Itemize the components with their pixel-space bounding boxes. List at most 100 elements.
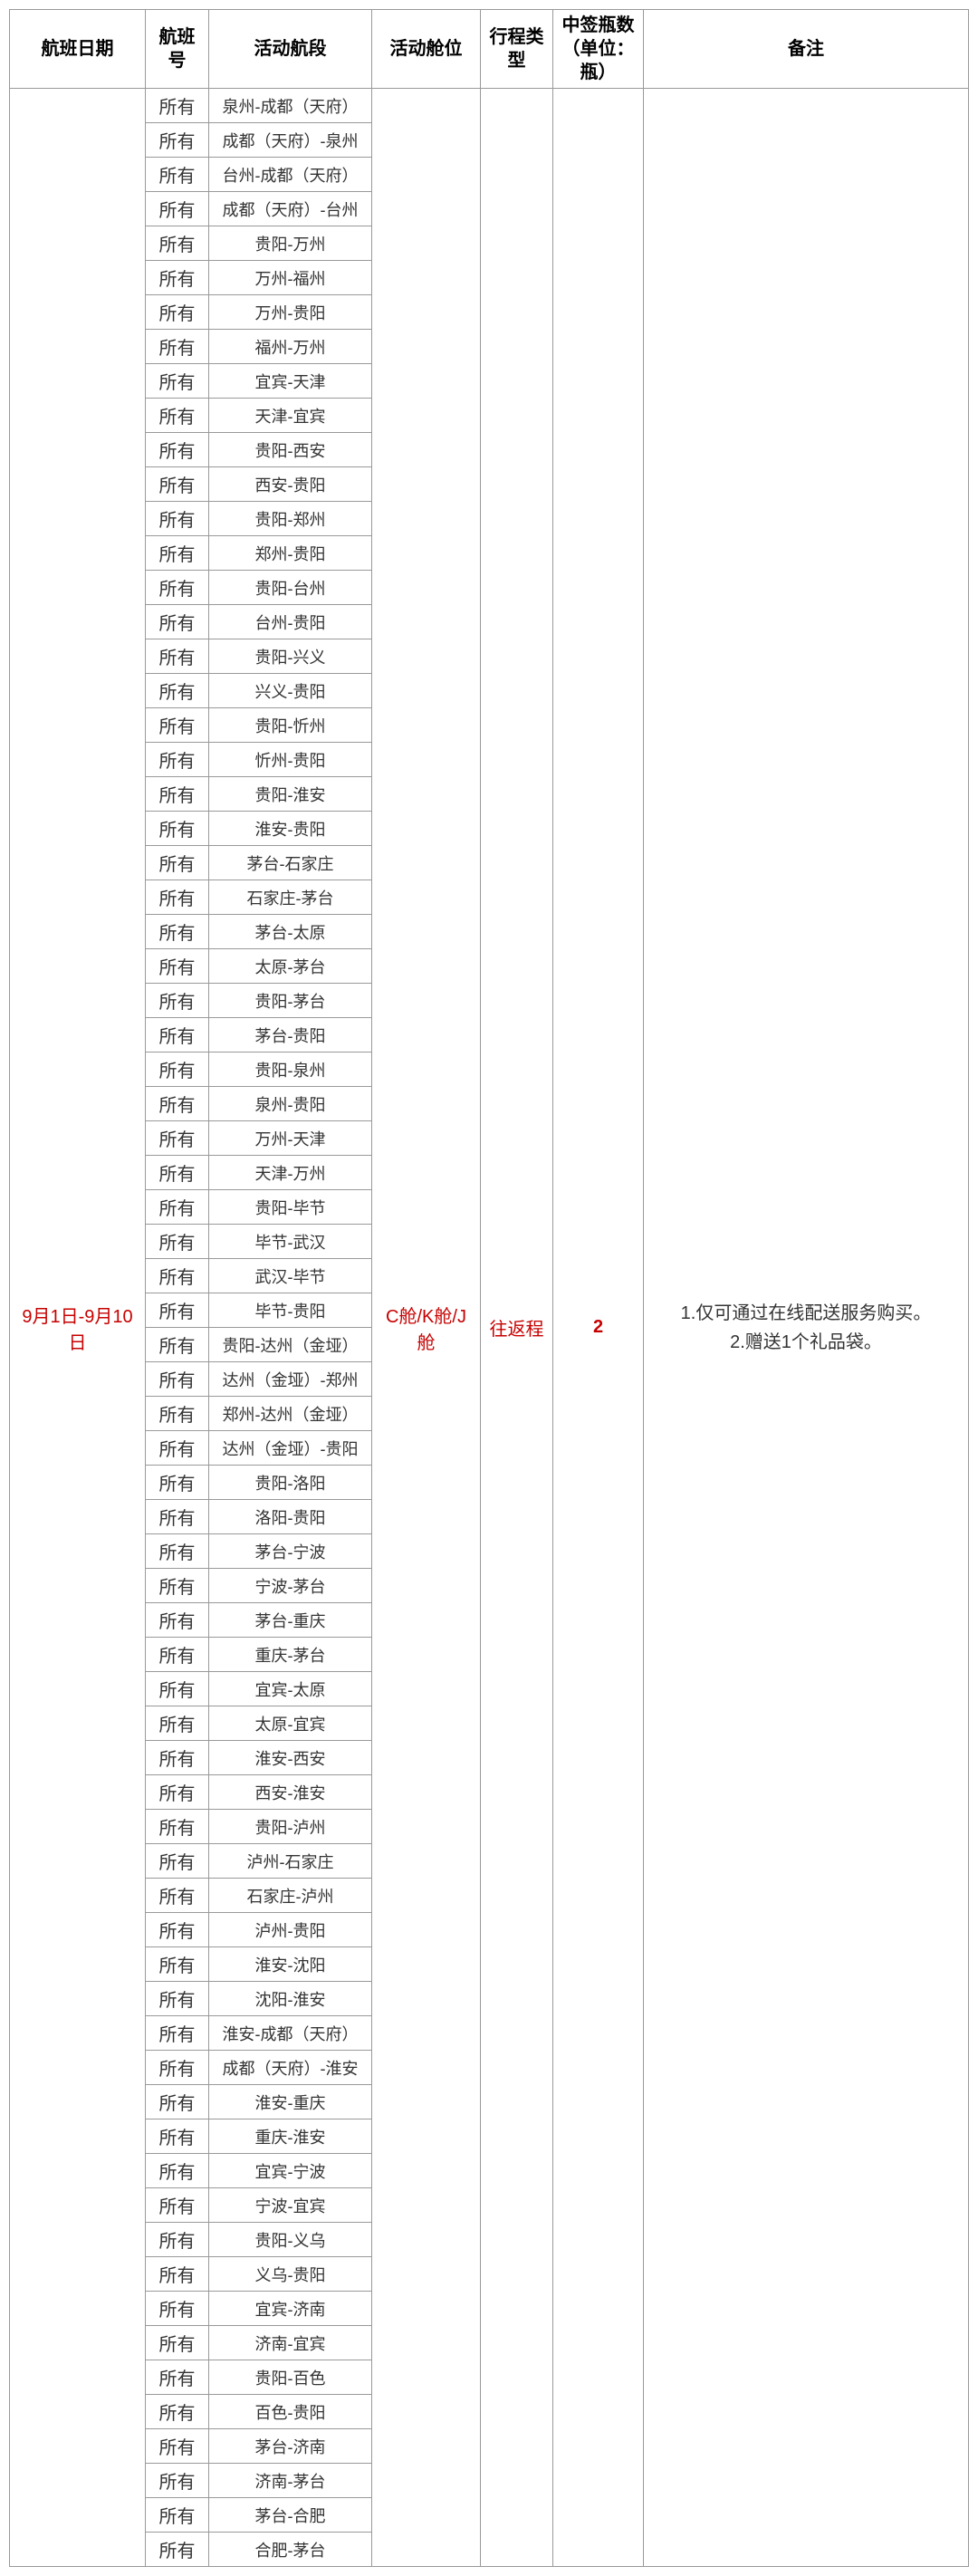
cell-flight-no: 所有 (146, 1879, 209, 1913)
cell-flight-no: 所有 (146, 1431, 209, 1466)
remark-line: 1.仅可通过在线配送服务购买。 (649, 1299, 963, 1328)
cell-flight-no: 所有 (146, 1603, 209, 1638)
header-qty: 中签瓶数（单位：瓶） (553, 10, 644, 89)
cell-segment: 百色-贵阳 (209, 2395, 372, 2429)
cell-flight-no: 所有 (146, 1328, 209, 1362)
cell-flight-no: 所有 (146, 1190, 209, 1225)
cell-flight-no: 所有 (146, 2188, 209, 2223)
cell-segment: 宜宾-太原 (209, 1672, 372, 1706)
cell-flight-no: 所有 (146, 2464, 209, 2498)
cell-cabin: C舱/K舱/J舱 (372, 89, 481, 2567)
cell-qty: 2 (553, 89, 644, 2567)
cell-remark: 1.仅可通过在线配送服务购买。2.赠送1个礼品袋。 (644, 89, 969, 2567)
cell-segment: 宁波-茅台 (209, 1569, 372, 1603)
cell-segment: 宁波-宜宾 (209, 2188, 372, 2223)
cell-segment: 合肥-茅台 (209, 2533, 372, 2567)
cell-segment: 宜宾-济南 (209, 2292, 372, 2326)
cell-segment: 西安-贵阳 (209, 467, 372, 502)
cell-flight-no: 所有 (146, 1534, 209, 1569)
cell-segment: 泸州-贵阳 (209, 1913, 372, 1947)
cell-segment: 贵阳-台州 (209, 571, 372, 605)
cell-segment: 贵阳-淮安 (209, 777, 372, 812)
cell-segment: 毕节-武汉 (209, 1225, 372, 1259)
cell-segment: 贵阳-忻州 (209, 708, 372, 743)
cell-flight-no: 所有 (146, 2154, 209, 2188)
cell-flight-no: 所有 (146, 571, 209, 605)
cell-segment: 万州-贵阳 (209, 295, 372, 330)
cell-segment: 台州-成都（天府） (209, 158, 372, 192)
cell-segment: 重庆-淮安 (209, 2119, 372, 2154)
cell-flight-no: 所有 (146, 123, 209, 158)
cell-segment: 万州-福州 (209, 261, 372, 295)
flight-table: 航班日期 航班号 活动航段 活动舱位 行程类型 中签瓶数（单位：瓶） 备注 9月… (9, 9, 969, 2567)
cell-flight-no: 所有 (146, 1947, 209, 1982)
cell-flight-no: 所有 (146, 433, 209, 467)
cell-segment: 宜宾-天津 (209, 364, 372, 399)
cell-segment: 兴义-贵阳 (209, 674, 372, 708)
cell-flight-no: 所有 (146, 1500, 209, 1534)
cell-segment: 贵阳-义乌 (209, 2223, 372, 2257)
cell-flight-no: 所有 (146, 295, 209, 330)
header-cabin: 活动舱位 (372, 10, 481, 89)
cell-segment: 淮安-贵阳 (209, 812, 372, 846)
cell-flight-no: 所有 (146, 89, 209, 123)
cell-segment: 茅台-贵阳 (209, 1018, 372, 1053)
cell-flight-no: 所有 (146, 1397, 209, 1431)
cell-segment: 太原-宜宾 (209, 1706, 372, 1741)
cell-flight-no: 所有 (146, 743, 209, 777)
cell-date: 9月1日-9月10日 (10, 89, 146, 2567)
cell-segment: 茅台-济南 (209, 2429, 372, 2464)
cell-segment: 石家庄-泸州 (209, 1879, 372, 1913)
cell-segment: 郑州-贵阳 (209, 536, 372, 571)
cell-segment: 台州-贵阳 (209, 605, 372, 639)
cell-segment: 茅台-太原 (209, 915, 372, 949)
cell-segment: 宜宾-宁波 (209, 2154, 372, 2188)
cell-segment: 贵阳-茅台 (209, 984, 372, 1018)
cell-flight-no: 所有 (146, 1672, 209, 1706)
cell-segment: 武汉-毕节 (209, 1259, 372, 1293)
cell-segment: 忻州-贵阳 (209, 743, 372, 777)
cell-segment: 贵阳-泉州 (209, 1053, 372, 1087)
cell-flight-no: 所有 (146, 1362, 209, 1397)
cell-flight-no: 所有 (146, 674, 209, 708)
cell-flight-no: 所有 (146, 2016, 209, 2051)
cell-flight-no: 所有 (146, 261, 209, 295)
cell-segment: 万州-天津 (209, 1121, 372, 1156)
cell-flight-no: 所有 (146, 605, 209, 639)
cell-segment: 达州（金垭）-贵阳 (209, 1431, 372, 1466)
cell-segment: 贵阳-泸州 (209, 1810, 372, 1844)
cell-segment: 泸州-石家庄 (209, 1844, 372, 1879)
cell-flight-no: 所有 (146, 949, 209, 984)
cell-segment: 石家庄-茅台 (209, 880, 372, 915)
cell-flight-no: 所有 (146, 812, 209, 846)
header-flight-no: 航班号 (146, 10, 209, 89)
cell-segment: 成都（天府）-台州 (209, 192, 372, 226)
cell-segment: 成都（天府）-淮安 (209, 2051, 372, 2085)
cell-segment: 郑州-达州（金垭） (209, 1397, 372, 1431)
cell-segment: 淮安-成都（天府） (209, 2016, 372, 2051)
cell-flight-no: 所有 (146, 1569, 209, 1603)
cell-segment: 西安-淮安 (209, 1775, 372, 1810)
cell-segment: 贵阳-百色 (209, 2360, 372, 2395)
cell-flight-no: 所有 (146, 1844, 209, 1879)
cell-flight-no: 所有 (146, 536, 209, 571)
cell-flight-no: 所有 (146, 1259, 209, 1293)
cell-flight-no: 所有 (146, 915, 209, 949)
cell-flight-no: 所有 (146, 2429, 209, 2464)
header-trip-type: 行程类型 (481, 10, 553, 89)
cell-segment: 淮安-沈阳 (209, 1947, 372, 1982)
cell-flight-no: 所有 (146, 1741, 209, 1775)
cell-segment: 福州-万州 (209, 330, 372, 364)
cell-flight-no: 所有 (146, 2223, 209, 2257)
cell-segment: 贵阳-洛阳 (209, 1466, 372, 1500)
cell-segment: 天津-宜宾 (209, 399, 372, 433)
cell-segment: 茅台-宁波 (209, 1534, 372, 1569)
cell-flight-no: 所有 (146, 1225, 209, 1259)
cell-flight-no: 所有 (146, 1775, 209, 1810)
cell-segment: 洛阳-贵阳 (209, 1500, 372, 1534)
cell-segment: 贵阳-达州（金垭） (209, 1328, 372, 1362)
header-remark: 备注 (644, 10, 969, 89)
table-header-row: 航班日期 航班号 活动航段 活动舱位 行程类型 中签瓶数（单位：瓶） 备注 (10, 10, 969, 89)
cell-flight-no: 所有 (146, 2360, 209, 2395)
cell-segment: 贵阳-郑州 (209, 502, 372, 536)
